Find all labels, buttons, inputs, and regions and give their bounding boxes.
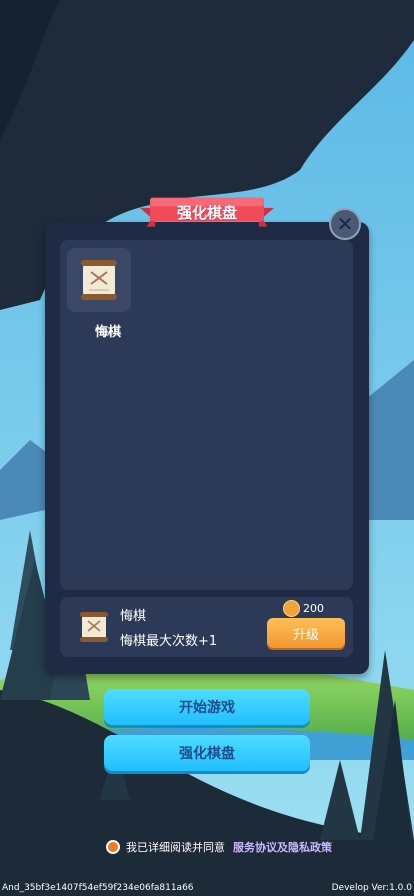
item-name-label: 悔棋	[94, 325, 121, 340]
agreement-row: 我已详细阅读并同意 服务协议及隐私政策	[106, 839, 332, 855]
agree-radio[interactable]	[106, 840, 120, 854]
policy-link[interactable]: 服务协议及隐私政策	[233, 839, 332, 855]
close-button[interactable]: ✕	[329, 208, 361, 240]
item-detail-card: 悔棋 悔棋最大次数+1 200 升级	[60, 597, 353, 657]
upgrade-button[interactable]: 升级	[267, 618, 345, 648]
version-label: Develop Ver:1.0.0	[331, 883, 412, 893]
modal-title: 强化棋盘	[176, 203, 237, 222]
enhance-board-button[interactable]: 强化棋盘	[104, 735, 310, 771]
detail-description: 悔棋最大次数+1	[120, 634, 218, 649]
device-id: And_35bf3e1407f54ef59f234e06fa811a66	[2, 883, 194, 893]
enhance-board-modal: 悔棋 悔棋 悔棋最大次数+1 200 升级	[45, 222, 369, 674]
detail-title: 悔棋	[120, 609, 147, 624]
agreement-text: 我已详细阅读并同意	[126, 841, 225, 854]
items-panel	[60, 240, 353, 590]
coin-icon	[283, 600, 300, 617]
close-icon: ✕	[336, 212, 354, 236]
scroll-icon	[80, 612, 108, 642]
start-game-button[interactable]: 开始游戏	[104, 689, 310, 725]
item-slot-regret[interactable]	[67, 248, 131, 312]
scroll-icon	[81, 260, 117, 300]
upgrade-price: 200	[303, 602, 324, 615]
